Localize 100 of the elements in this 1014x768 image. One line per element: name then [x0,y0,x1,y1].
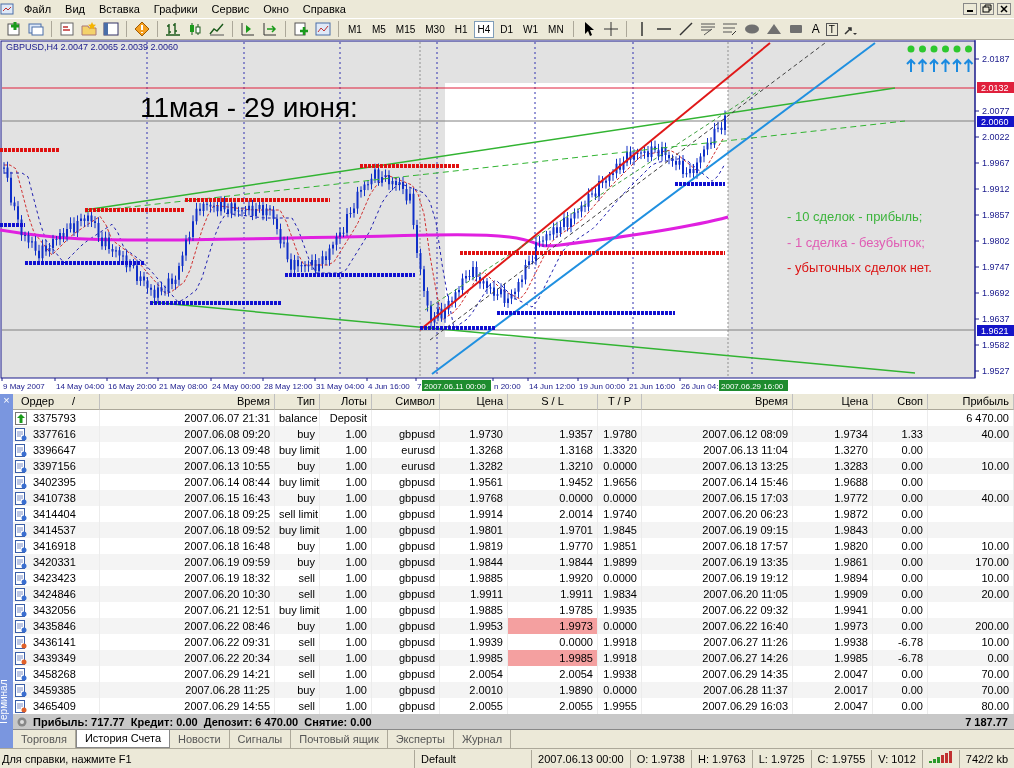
order-number: 3424846 [33,587,76,602]
restore-icon[interactable] [980,3,994,15]
table-row[interactable]: 3420331 2007.06.19 09:59 buy 1.00 gbpusd 1.9844 1.9844 1.9899 2007.06.19 13:35 1.9861 0.00 170.00 [13,554,1014,570]
chart-shift-icon[interactable] [240,21,256,37]
timeframe-button[interactable]: H1 [450,20,472,38]
template-icon[interactable] [315,21,331,37]
channel-icon[interactable] [699,21,716,37]
order-icon [15,507,27,521]
order-number: 3414537 [33,523,76,538]
line-chart-icon[interactable] [209,21,225,37]
terminal-icon[interactable] [103,21,119,37]
table-row[interactable]: 3459385 2007.06.28 11:25 buy 1.00 gbpusd 2.0010 1.9890 0.0000 2007.06.28 11:37 2.0017 0.00 70.00 [13,682,1014,698]
chart-symbol-label: GBPUSD,H4 2.0047 2.0065 2.0039 2.0060 [6,42,179,52]
order-number: 3423423 [33,571,76,586]
table-row[interactable]: 3375793 2007.06.07 21:31 balance Deposit 6 470.00 [13,410,1014,426]
table-row[interactable]: 3432056 2007.06.21 12:51 buy limit 1.00 gbpusd 1.9885 1.9785 1.9935 2007.06.22 09:32 1.9941 0.00 [13,602,1014,618]
fibonacci-icon[interactable] [721,21,738,37]
new-chart-icon[interactable] [6,21,22,37]
table-row[interactable]: 3435846 2007.06.22 08:46 buy 1.00 gbpusd 1.9953 1.9973 0.0000 2007.06.22 16:40 1.9973 0.00 200.00 [13,618,1014,634]
timeframe-button[interactable]: D1 [496,20,518,38]
crosshair-icon[interactable] [602,21,619,37]
table-row[interactable]: 3414537 2007.06.18 09:52 buy limit 1.00 gbpusd 1.9801 1.9701 1.9845 2007.06.19 09:15 1.9843 0.00 [13,522,1014,538]
table-row[interactable]: 3424846 2007.06.20 10:30 sell 1.00 gbpusd 1.9911 1.9911 1.9834 2007.06.20 11:05 1.9909 0.00 20.00 [13,586,1014,602]
candle-chart-icon[interactable] [187,21,203,37]
order-icon [15,699,27,713]
table-row[interactable]: 3377616 2007.06.08 09:20 buy 1.00 gbpusd 1.9730 1.9357 1.9780 2007.06.12 08:09 1.9734 1.33 40.00 [13,426,1014,442]
trend-line-icon[interactable] [677,21,694,37]
timeframe-button[interactable]: M5 [367,20,390,38]
text-tool-button[interactable]: T [825,22,838,36]
time-label: n 20:00 [494,382,521,391]
minimize-icon[interactable] [963,3,977,15]
table-row[interactable]: 3458268 2007.06.29 14:21 sell 1.00 gbpusd 2.0054 2.0054 1.9938 2007.06.29 14:35 2.0047 0.00 70.00 [13,666,1014,682]
timeframe-button[interactable]: W1 [519,20,543,38]
order-number: 3375793 [33,411,76,426]
time-label: 16 May 20:00 [108,382,157,391]
connection-bars-icon [928,751,953,763]
table-row[interactable]: 3416918 2007.06.18 16:48 buy 1.00 gbpusd 1.9819 1.9770 1.9851 2007.06.18 17:57 1.9820 0.00 10.00 [13,538,1014,554]
timeframe-button[interactable]: MN [544,20,568,38]
market-watch-icon[interactable] [59,21,75,37]
price-label: 1.9857 [982,210,1010,220]
table-row[interactable]: 3414404 2007.06.18 09:25 sell limit 1.00 gbpusd 1.9914 2.0014 1.9740 2007.06.20 06:23 1.9872 0.00 [13,506,1014,522]
table-row[interactable]: 3397156 2007.06.13 10:55 buy 1.00 eurusd 1.3282 1.3210 0.0000 2007.06.13 13:25 1.3283 0.00 10.00 [13,458,1014,474]
menu-item[interactable]: Сервис [204,3,257,15]
order-number: 3435846 [33,619,76,634]
menu-item[interactable]: Вид [58,3,92,15]
order-number: 3458268 [33,667,76,682]
menu-item[interactable]: Окно [256,3,296,15]
price-label: 2.0022 [982,132,1010,142]
timeframe-button[interactable]: H4 [473,20,495,38]
time-label: 26 Jun 04: [681,382,719,391]
menu-item[interactable]: Графики [146,3,205,15]
order-number: 3416918 [33,539,76,554]
order-icon [15,571,27,585]
timeframe-button[interactable]: M30 [421,20,449,38]
chart-note: - 1 сделка - безубыток; [787,234,925,250]
profiles-icon[interactable] [28,21,44,37]
price-label: 1.9802 [982,236,1010,246]
time-label: 19 Jun 00:00 [579,382,626,391]
table-row[interactable]: 3436141 2007.06.22 09:31 sell 1.00 gbpusd 1.9939 0.0000 1.9918 2007.06.27 11:26 1.9938 -6.78 10.00 [13,634,1014,650]
close-icon[interactable] [997,3,1011,15]
expert-icon[interactable] [134,21,150,37]
table-row[interactable]: 3439349 2007.06.22 20:34 sell 1.00 gbpusd 1.9985 1.9985 1.9918 2007.06.27 14:26 1.9985 -6.78 0.00 [13,650,1014,666]
autoscroll-icon[interactable] [262,21,278,37]
status-field: 2007.06.13 00:00 [531,750,630,768]
order-number: 3414404 [33,507,76,522]
status-traffic: 742/2 kb [958,750,1014,768]
table-row[interactable]: 3423423 2007.06.19 18:32 sell 1.00 gbpusd 1.9885 1.9920 0.0000 2007.06.19 19:12 1.9894 0.00 10.00 [13,570,1014,586]
price-label: 1.9527 [982,366,1010,376]
price-label: 2.0077 [982,106,1010,116]
order-icon [15,651,27,665]
menu-item[interactable]: Справка [295,3,353,15]
table-row[interactable]: 3410738 2007.06.15 16:43 buy 1.00 gbpusd 1.9768 0.0000 0.0000 2007.06.15 17:03 1.9772 0.00 40.00 [13,490,1014,506]
price-label: 1.9621 [981,325,1009,336]
deposit-icon [15,411,27,425]
price-label: 1.9912 [982,184,1010,194]
order-icon [15,475,27,489]
order-number: 3436141 [33,635,76,650]
menu-item[interactable]: Файл [17,3,59,15]
table-row[interactable]: 3396647 2007.06.13 09:48 buy limit 1.00 eurusd 1.3268 1.3168 1.3320 2007.06.13 11:04 1.3270 0.00 [13,442,1014,458]
total-balance: 7 187.77 [965,715,1009,728]
status-field: H: 1.9763 [691,750,752,768]
star-folder-icon[interactable] [81,21,97,37]
order-icon [15,635,27,649]
table-row[interactable]: 3402395 2007.06.14 08:44 buy limit 1.00 gbpusd 1.9561 1.9452 1.9656 2007.06.14 15:46 1.9688 0.00 [13,474,1014,490]
price-label: 2.0132 [981,82,1009,93]
timeframe-button[interactable]: M15 [391,20,420,38]
timeframe-button[interactable]: M1 [344,20,366,38]
add-indicator-icon[interactable] [293,21,309,37]
order-number: 3439349 [33,651,76,666]
order-icon [15,683,27,697]
bar-chart-icon[interactable] [165,21,181,37]
price-label: 1.9967 [982,158,1010,168]
terminal-tab[interactable]: История Счета [75,730,170,748]
menu-item[interactable]: Вставка [91,3,147,15]
table-row[interactable]: 3465409 2007.06.29 14:55 sell 1.00 gbpusd 2.0055 2.0055 1.9955 2007.06.29 16:03 2.0047 0.00 80.00 [13,698,1014,714]
time-label: 21 Jun 16:00 [629,382,676,391]
time-label: 14 May 04:00 [56,382,105,391]
time-label: 21 May 08:00 [159,382,208,391]
text-tool-button[interactable]: A [807,22,824,36]
order-number: 3396647 [33,443,76,458]
